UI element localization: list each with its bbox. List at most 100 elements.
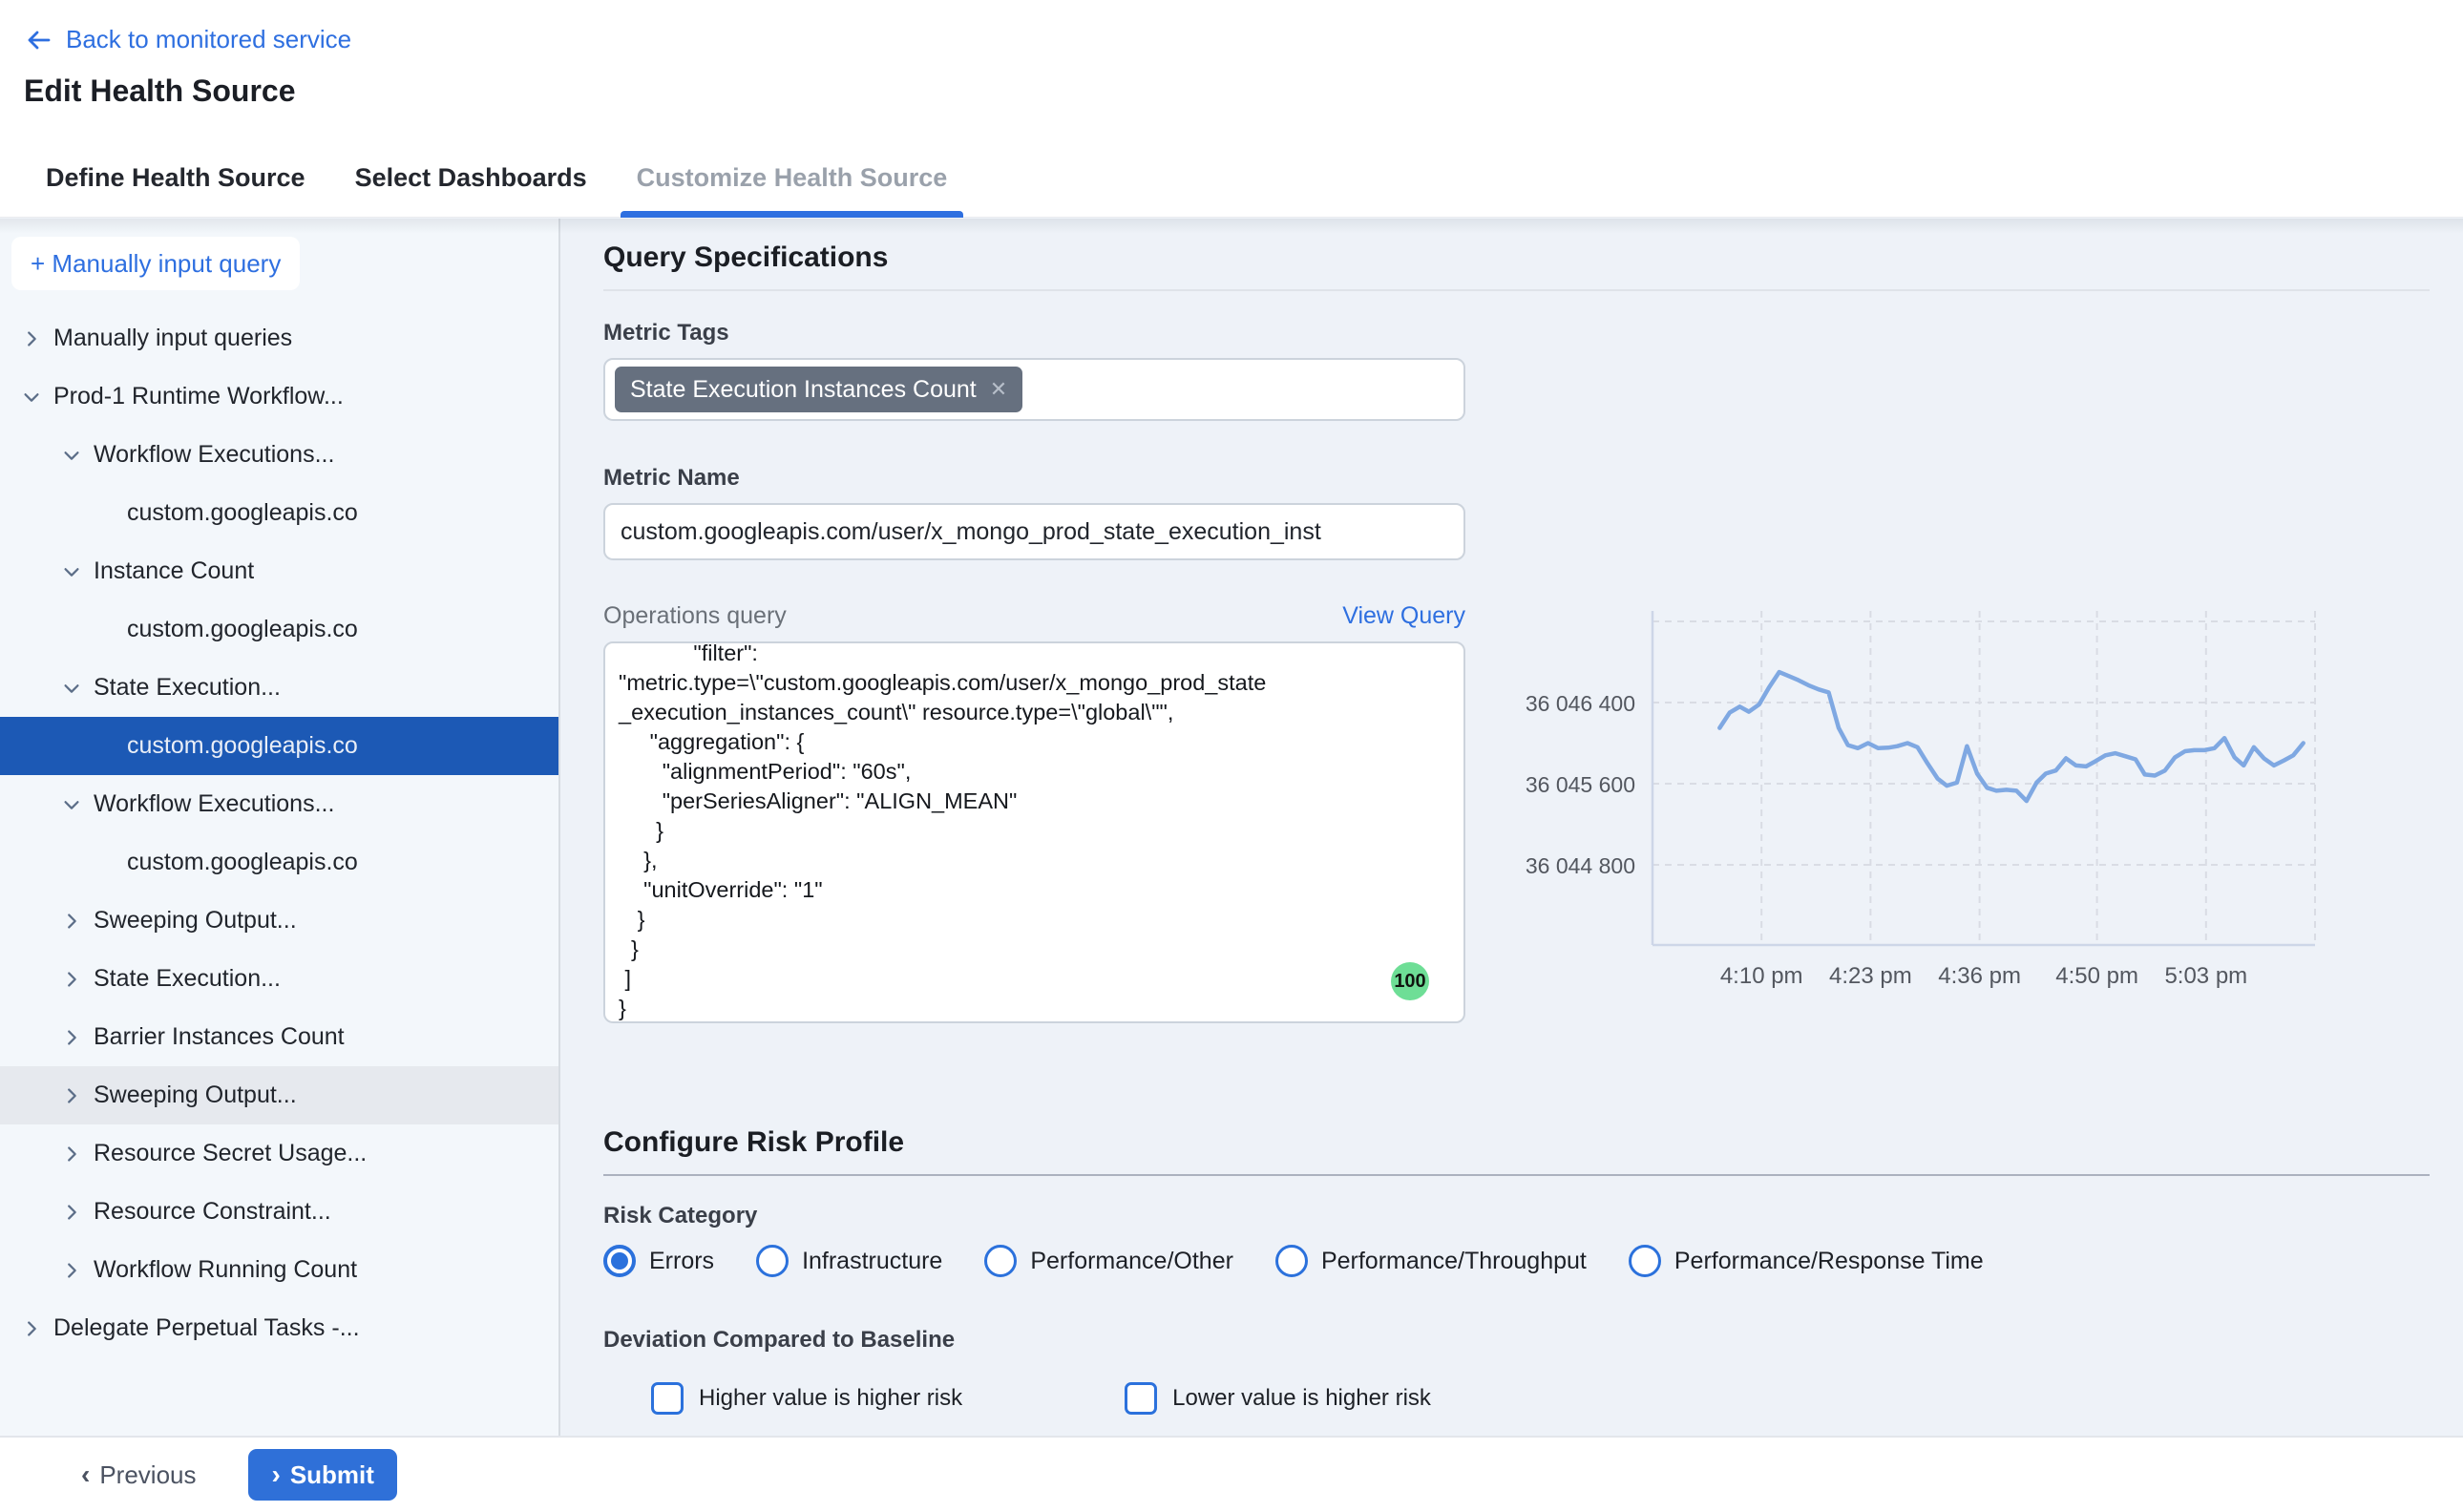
radio-icon — [1629, 1245, 1661, 1277]
tab-select-dashboards[interactable]: Select Dashboards — [355, 139, 587, 218]
tree-item-label: Prod-1 Runtime Workflow... — [53, 383, 344, 410]
tree-item-label: custom.googleapis.co — [127, 616, 363, 643]
section-divider — [603, 289, 2430, 291]
tree-item[interactable]: custom.googleapis.co — [0, 484, 558, 542]
tree-item-label: custom.googleapis.co — [127, 849, 363, 876]
metric-preview-chart: 36 044 800 36 045 600 36 046 400 4:10 pm 4:2… — [1489, 598, 2434, 998]
tree-item[interactable]: Workflow Running Count — [0, 1241, 558, 1299]
checkbox-higher-value[interactable]: Higher value is higher risk — [651, 1382, 962, 1415]
previous-button[interactable]: ‹ Previous — [81, 1460, 196, 1490]
tree-item[interactable]: Resource Constraint... — [0, 1183, 558, 1241]
tree-item-label: Instance Count — [94, 557, 254, 585]
tree-item[interactable]: custom.googleapis.co — [0, 717, 558, 775]
tree-item[interactable]: Prod-1 Runtime Workflow... — [0, 368, 558, 426]
radio-errors[interactable]: Errors — [603, 1245, 714, 1277]
manually-input-query-button[interactable]: + Manually input query — [11, 237, 300, 290]
chevron-right-icon — [21, 328, 42, 349]
radio-icon — [603, 1245, 636, 1277]
chevron-right-icon — [21, 1318, 42, 1339]
back-arrow-icon[interactable] — [24, 26, 53, 54]
configure-risk-profile-title: Configure Risk Profile — [603, 1126, 2430, 1159]
tree-item[interactable]: Workflow Executions... — [0, 775, 558, 833]
svg-text:36 045 600: 36 045 600 — [1526, 772, 1635, 797]
svg-text:4:36 pm: 4:36 pm — [1938, 963, 2021, 989]
chevron-right-icon — [61, 1260, 82, 1281]
chevron-right-icon — [61, 1144, 82, 1165]
tree-item-label: Resource Secret Usage... — [94, 1140, 367, 1167]
tree-item-label: State Execution... — [94, 674, 281, 702]
edit-health-source-page: Back to monitored service Edit Health So… — [0, 0, 2463, 1512]
view-query-link[interactable]: View Query — [1342, 602, 1465, 630]
tree-item-label: Workflow Running Count — [94, 1256, 357, 1284]
radio-performance-throughput[interactable]: Performance/Throughput — [1275, 1245, 1587, 1277]
metric-tags-input[interactable]: State Execution Instances Count ✕ — [603, 358, 1465, 421]
svg-text:4:23 pm: 4:23 pm — [1829, 963, 1912, 989]
radio-performance-other[interactable]: Performance/Other — [984, 1245, 1233, 1277]
sidebar-tree: Manually input queries Prod-1 Runtime Wor… — [0, 309, 558, 1357]
checkbox-lower-value[interactable]: Lower value is higher risk — [1125, 1382, 1431, 1415]
tree-item[interactable]: custom.googleapis.co — [0, 600, 558, 659]
tab-define-health-source[interactable]: Define Health Source — [46, 139, 305, 218]
tree-item[interactable]: Sweeping Output... — [0, 1066, 558, 1124]
radio-icon — [756, 1245, 789, 1277]
tree-item[interactable]: State Execution... — [0, 659, 558, 717]
metric-tags-label: Metric Tags — [603, 320, 2430, 346]
chevron-right-icon — [61, 1027, 82, 1048]
tree-item[interactable]: Resource Secret Usage... — [0, 1124, 558, 1183]
svg-text:5:03 pm: 5:03 pm — [2164, 963, 2247, 989]
back-link[interactable]: Back to monitored service — [66, 25, 351, 54]
operations-query-editor[interactable]: "filter": "metric.type=\"custom.googleap… — [603, 641, 1465, 1023]
tree-item-label: custom.googleapis.co — [127, 499, 363, 527]
page-title: Edit Health Source — [0, 54, 2463, 109]
tree-item-label: Workflow Executions... — [94, 441, 334, 469]
chevron-right-icon — [61, 969, 82, 990]
radio-icon — [984, 1245, 1017, 1277]
deviation-label: Deviation Compared to Baseline — [603, 1327, 2430, 1354]
tree-item-label: State Execution... — [94, 965, 281, 993]
tree-item-label: Sweeping Output... — [94, 907, 297, 934]
checkbox-icon — [1125, 1382, 1157, 1415]
records-count-badge: 100 — [1391, 962, 1429, 1000]
metric-tag-chip-label: State Execution Instances Count — [630, 376, 977, 404]
chevron-down-icon — [61, 561, 82, 582]
tree-item[interactable]: Instance Count — [0, 542, 558, 600]
tree-item[interactable]: Barrier Instances Count — [0, 1008, 558, 1066]
radio-infrastructure[interactable]: Infrastructure — [756, 1245, 942, 1277]
chevron-left-icon: ‹ — [81, 1461, 90, 1488]
tree-item[interactable]: Manually input queries — [0, 309, 558, 368]
tab-customize-health-source[interactable]: Customize Health Source — [637, 139, 948, 218]
deviation-checkbox-group: Higher value is higher risk Lower value … — [603, 1382, 2430, 1415]
submit-button[interactable]: › Submit — [248, 1449, 396, 1501]
tree-item-label: Manually input queries — [53, 325, 292, 352]
footer: ‹ Previous › Submit — [0, 1436, 2463, 1512]
tree-item-label: Workflow Executions... — [94, 790, 334, 818]
tree-item[interactable]: Delegate Perpetual Tasks -... — [0, 1299, 558, 1357]
svg-text:36 044 800: 36 044 800 — [1526, 853, 1635, 878]
svg-text:36 046 400: 36 046 400 — [1526, 691, 1635, 716]
chevron-right-icon — [61, 1202, 82, 1223]
chevron-down-icon — [21, 387, 42, 408]
tree-item-label: Delegate Perpetual Tasks -... — [53, 1314, 360, 1342]
operations-query-label: Operations query — [603, 602, 787, 630]
tab-bar: Define Health Source Select Dashboards C… — [0, 139, 2463, 218]
chevron-right-icon — [61, 1085, 82, 1106]
radio-performance-response-time[interactable]: Performance/Response Time — [1629, 1245, 1984, 1277]
metric-name-input[interactable]: custom.googleapis.com/user/x_mongo_prod_… — [603, 503, 1465, 560]
tree-item[interactable]: Workflow Executions... — [0, 426, 558, 484]
svg-text:4:50 pm: 4:50 pm — [2055, 963, 2138, 989]
chevron-down-icon — [61, 794, 82, 815]
chevron-down-icon — [61, 445, 82, 466]
chevron-down-icon — [61, 678, 82, 699]
svg-text:4:10 pm: 4:10 pm — [1720, 963, 1803, 989]
sidebar: + Manually input query Manually input qu… — [0, 219, 560, 1436]
header: Back to monitored service Edit Health So… — [0, 0, 2463, 139]
tree-item[interactable]: Sweeping Output... — [0, 892, 558, 950]
tree-item-label: Sweeping Output... — [94, 1082, 297, 1109]
query-specifications-title: Query Specifications — [603, 242, 2430, 274]
operations-query-text: "filter": "metric.type=\"custom.googleap… — [619, 641, 1450, 1023]
risk-category-label: Risk Category — [603, 1203, 2430, 1229]
main-content: Query Specifications Metric Tags State E… — [562, 219, 2463, 1436]
tree-item[interactable]: custom.googleapis.co — [0, 833, 558, 892]
chip-close-icon[interactable]: ✕ — [990, 377, 1007, 402]
tree-item[interactable]: State Execution... — [0, 950, 558, 1008]
